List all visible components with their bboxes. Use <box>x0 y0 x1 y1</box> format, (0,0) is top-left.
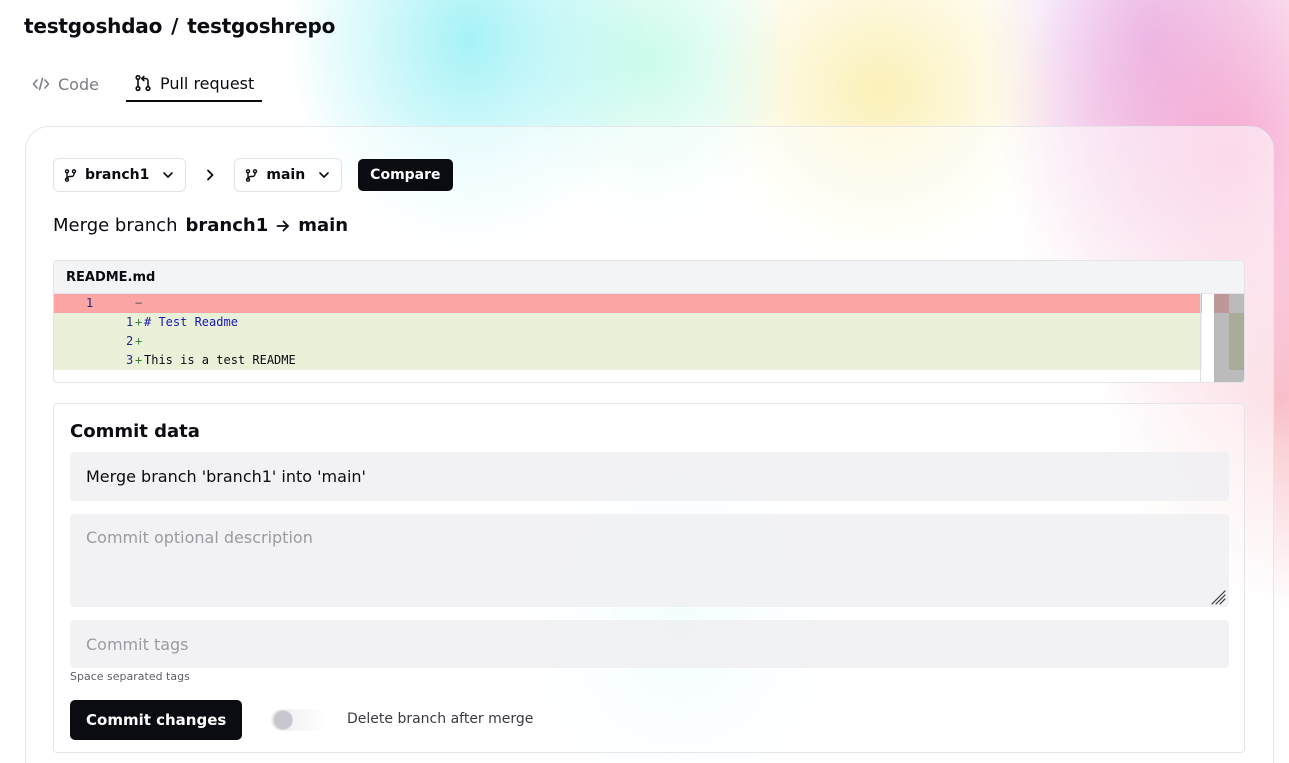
repo-tabs: Code Pull request <box>24 66 281 102</box>
breadcrumb-separator: / <box>171 14 179 38</box>
arrow-right-icon <box>276 220 290 231</box>
branch-compare-row: branch1 main Compare <box>53 158 453 192</box>
diff-line-added: 3 + This is a test README <box>54 351 1202 370</box>
diff-sign: − <box>135 296 143 310</box>
repo-owner-link[interactable]: testgoshdao <box>24 14 162 38</box>
new-line-number: 3 <box>126 353 134 367</box>
source-branch-select[interactable]: branch1 <box>53 158 187 192</box>
repo-breadcrumb: testgoshdao / testgoshrepo <box>24 14 335 38</box>
chevron-down-icon <box>319 172 329 178</box>
commit-description-input[interactable] <box>70 514 1229 607</box>
new-line-number: 1 <box>126 315 134 329</box>
tab-pull-request[interactable]: Pull request <box>125 66 263 102</box>
diff-line-added: 2 + <box>54 332 1202 351</box>
commit-tags-hint: Space separated tags <box>70 670 190 683</box>
commit-data-title: Commit data <box>70 421 200 442</box>
scrollbar-thumb[interactable] <box>1214 294 1244 382</box>
merge-heading: Merge branch branch1 main <box>53 215 348 236</box>
diff-sign: + <box>135 315 143 329</box>
repo-name-link[interactable]: testgoshrepo <box>187 14 335 38</box>
diff-sign: + <box>135 353 143 367</box>
commit-message-input[interactable] <box>70 452 1229 501</box>
diff-gutter-divider <box>1200 294 1201 382</box>
compare-button[interactable]: Compare <box>358 159 453 191</box>
diff-line-deleted: 1 − <box>54 294 1202 313</box>
tab-code[interactable]: Code <box>24 66 107 102</box>
merge-from-branch: branch1 <box>185 215 269 236</box>
code-icon <box>32 77 50 91</box>
merge-heading-prefix: Merge branch <box>53 215 178 236</box>
pull-request-icon <box>135 74 151 92</box>
source-branch-label: branch1 <box>85 167 150 183</box>
branch-icon <box>246 168 258 182</box>
chevron-right-icon <box>207 169 214 181</box>
resize-handle-icon[interactable] <box>1210 589 1226 605</box>
diff-overview-scrollbar[interactable] <box>1214 294 1244 382</box>
diff-sign: + <box>135 334 143 348</box>
target-branch-label: main <box>266 167 306 183</box>
toggle-knob <box>274 711 292 729</box>
merge-to-branch: main <box>298 215 349 236</box>
tab-pull-request-label: Pull request <box>159 73 255 93</box>
file-diff: README.md 1 − 1 + # Test Readme 2 + 3 + … <box>53 260 1245 383</box>
new-line-number: 2 <box>126 334 134 348</box>
diff-code: # Test Readme <box>144 315 238 329</box>
diff-code: This is a test README <box>144 353 296 367</box>
old-line-number: 1 <box>86 296 94 310</box>
commit-changes-button[interactable]: Commit changes <box>70 700 243 740</box>
commit-data-card: Commit data Space separated tags Commit … <box>53 403 1245 753</box>
commit-tags-input[interactable] <box>70 620 1229 668</box>
diff-filename: README.md <box>54 261 1244 294</box>
diff-line-added: 1 + # Test Readme <box>54 313 1202 332</box>
target-branch-select[interactable]: main <box>234 158 343 192</box>
branch-icon <box>64 168 77 182</box>
delete-branch-toggle[interactable] <box>271 709 327 731</box>
delete-branch-label: Delete branch after merge <box>347 711 534 727</box>
tab-code-label: Code <box>58 74 99 94</box>
chevron-down-icon <box>163 172 174 178</box>
